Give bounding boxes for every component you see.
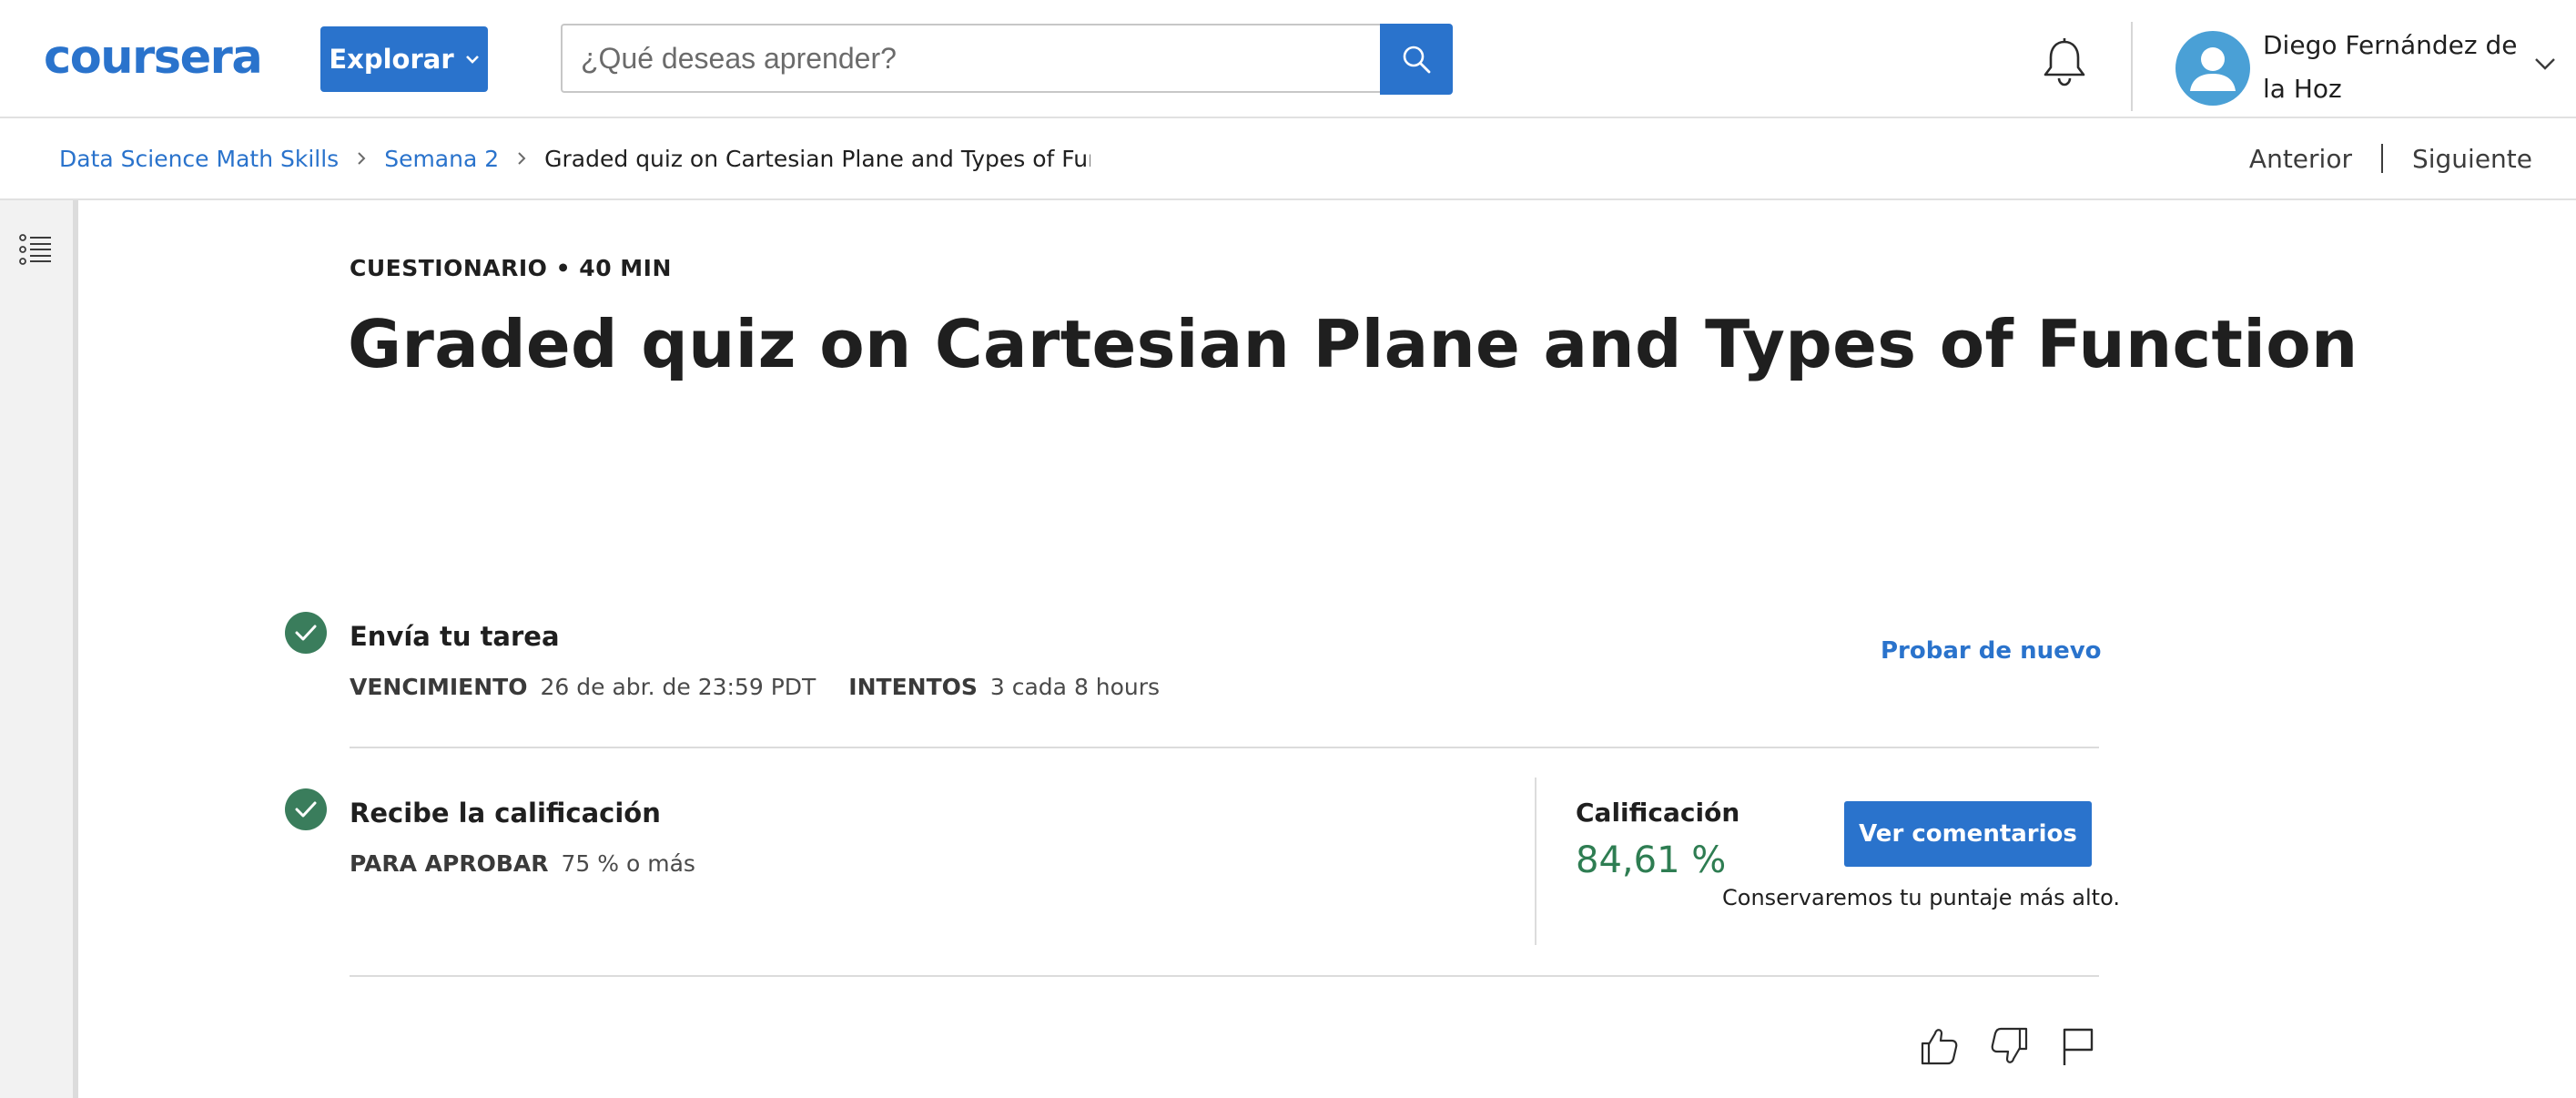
- due-label: VENCIMIENTO: [350, 674, 528, 700]
- chevron-down-icon: [465, 56, 479, 64]
- view-feedback-button[interactable]: Ver comentarios: [1844, 801, 2092, 867]
- item-navigation: Anterior Siguiente: [2249, 118, 2532, 198]
- list-icon: [19, 234, 51, 265]
- highest-score-note: Conservaremos tu puntaje más alto.: [1722, 885, 2120, 910]
- chevron-right-icon: [518, 152, 526, 165]
- vertical-divider: [1535, 778, 1536, 945]
- divider: [350, 747, 2099, 748]
- logo-wordmark: coursera: [44, 31, 261, 84]
- report-button[interactable]: [2059, 1025, 2099, 1067]
- user-name: Diego Fernández de la Hoz: [2263, 30, 2518, 104]
- grade-value: 84,61 %: [1576, 839, 1727, 881]
- attempts-label: INTENTOS: [848, 674, 978, 700]
- search-input[interactable]: [561, 24, 1380, 93]
- quiz-eyebrow: CUESTIONARIO • 40 MIN: [350, 255, 672, 281]
- left-rail: [0, 200, 78, 1098]
- breadcrumb-bar: Data Science Math Skills Semana 2 Graded…: [0, 118, 2576, 200]
- next-link[interactable]: Siguiente: [2412, 144, 2532, 174]
- user-menu[interactable]: Diego Fernández de la Hoz: [2175, 22, 2558, 111]
- course-outline-toggle[interactable]: [18, 231, 55, 268]
- breadcrumb-course[interactable]: Data Science Math Skills: [59, 146, 339, 172]
- previous-link[interactable]: Anterior: [2249, 144, 2352, 174]
- explore-label: Explorar: [329, 44, 454, 75]
- chevron-right-icon: [358, 152, 366, 165]
- due-value: 26 de abr. de 23:59 PDT: [540, 674, 816, 700]
- explore-button[interactable]: Explorar: [320, 26, 488, 92]
- chevron-down-icon: [2535, 58, 2555, 70]
- check-icon: [285, 788, 327, 830]
- breadcrumb-week[interactable]: Semana 2: [384, 146, 499, 172]
- thumbs-up-icon: [1921, 1029, 1958, 1065]
- dislike-button[interactable]: [1990, 1025, 2030, 1067]
- thumbs-down-icon: [1991, 1027, 2028, 1063]
- grade-step-title: Recibe la calificación: [350, 798, 661, 829]
- breadcrumb-current: Graded quiz on Cartesian Plane and Types…: [544, 145, 1090, 172]
- top-header: coursera Explorar Diego Fernán: [0, 0, 2576, 118]
- check-icon: [285, 612, 327, 654]
- header-divider: [2131, 22, 2133, 111]
- retry-link[interactable]: Probar de nuevo: [1881, 637, 2102, 665]
- breadcrumb: Data Science Math Skills Semana 2 Graded…: [59, 118, 1090, 198]
- grade-label: Calificación: [1576, 798, 1740, 828]
- search-bar: [561, 24, 1453, 97]
- flag-icon: [2063, 1028, 2094, 1065]
- page-title: Graded quiz on Cartesian Plane and Types…: [348, 306, 2358, 382]
- nav-divider: [2380, 144, 2383, 173]
- search-button[interactable]: [1380, 24, 1453, 95]
- coursera-logo[interactable]: coursera: [44, 31, 279, 85]
- submit-step-meta: VENCIMIENTO 26 de abr. de 23:59 PDT INTENT…: [350, 674, 1160, 700]
- bell-icon: [2044, 38, 2085, 86]
- pass-label: PARA APROBAR: [350, 850, 549, 877]
- like-button[interactable]: [1919, 1025, 1959, 1067]
- divider: [350, 975, 2099, 977]
- pass-value: 75 % o más: [561, 850, 695, 877]
- search-icon: [1403, 46, 1431, 74]
- avatar-icon: [2175, 31, 2250, 106]
- attempts-value: 3 cada 8 hours: [989, 674, 1161, 700]
- notifications-button[interactable]: [2039, 36, 2090, 89]
- grade-step-meta: PARA APROBAR 75 % o más: [350, 850, 695, 877]
- submit-step-title: Envía tu tarea: [350, 621, 560, 652]
